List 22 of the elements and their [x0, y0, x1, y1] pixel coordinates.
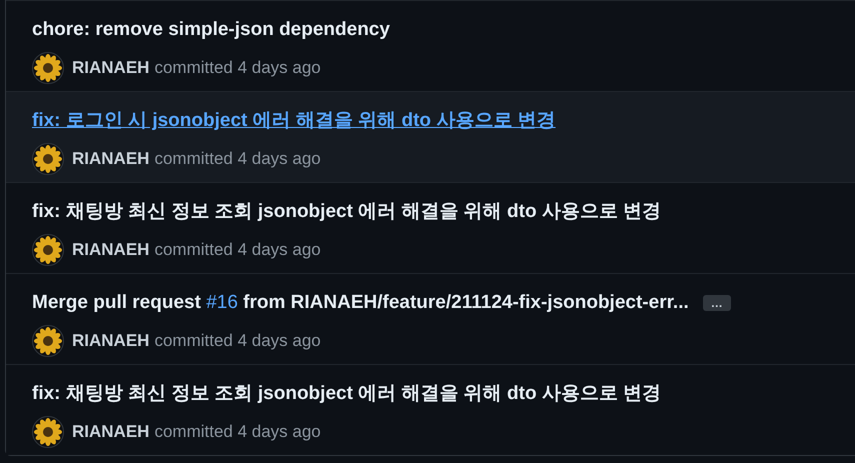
commit-title[interactable]: fix: 채팅방 최신 정보 조회 jsonobject 에러 해결을 위해 dto 사용으로 변경 — [32, 199, 662, 225]
sunflower-avatar-icon[interactable] — [32, 52, 64, 84]
sunflower-avatar-icon[interactable] — [32, 325, 64, 357]
sunflower-avatar-icon[interactable] — [32, 143, 64, 175]
sunflower-avatar-icon[interactable] — [32, 416, 64, 448]
commit-title[interactable]: fix: 채팅방 최신 정보 조회 jsonobject 에러 해결을 위해 dto 사용으로 변경 — [32, 381, 662, 407]
commit-title[interactable]: chore: remove simple-json dependency — [32, 17, 390, 43]
issue-link[interactable]: #16 — [206, 292, 238, 313]
expand-button[interactable]: … — [702, 295, 731, 311]
commit-time: committed 4 days ago — [154, 330, 321, 352]
commit-time: committed 4 days ago — [154, 57, 321, 80]
sunflower-avatar-icon[interactable] — [32, 234, 64, 266]
commit-time: committed 4 days ago — [154, 148, 321, 170]
author-link[interactable]: RIANAEH — [72, 237, 150, 263]
author-link[interactable]: RIANAEH — [72, 419, 150, 445]
commit-title[interactable]: fix: 로그인 시 jsonobject 에러 해결을 위해 dto 사용으로 변경 — [32, 108, 556, 134]
author-link[interactable]: RIANAEH — [72, 328, 150, 354]
commit-title[interactable]: Merge pull request #16 from RIANAEH/feature/211124-fix-jsonobject-err... — [32, 290, 689, 316]
commit-time: committed 4 days ago — [154, 239, 321, 262]
commit-time: committed 4 days ago — [154, 421, 321, 444]
author-link[interactable]: RIANAEH — [72, 146, 150, 172]
author-link[interactable]: RIANAEH — [72, 55, 150, 81]
